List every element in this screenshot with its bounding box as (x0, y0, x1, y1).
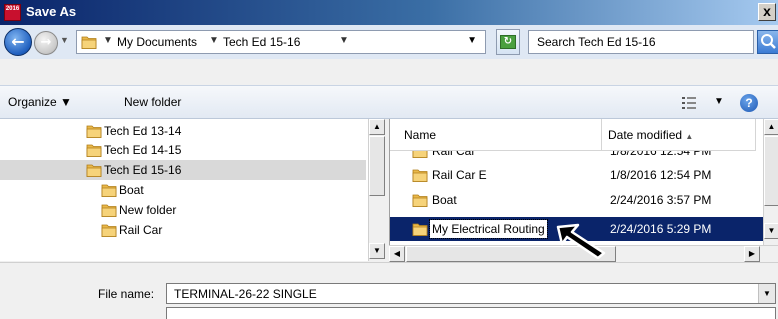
close-button[interactable]: x (758, 3, 776, 21)
folder-icon (412, 192, 428, 208)
title-bar: 2016 Save As x (0, 0, 778, 25)
file-date: 2/24/2016 5:29 PM (610, 222, 712, 236)
search-input[interactable]: Search Tech Ed 15-16 (528, 30, 754, 54)
search-placeholder: Search Tech Ed 15-16 (537, 35, 656, 49)
search-button[interactable] (757, 30, 778, 54)
recent-pages-dropdown[interactable]: ▼ (60, 35, 69, 45)
folder-icon (86, 123, 102, 139)
tree-item-label: Rail Car (119, 223, 163, 237)
chevron-down-icon[interactable]: ▼ (339, 35, 349, 46)
file-name-label: File name: (98, 287, 155, 301)
scroll-left-icon[interactable]: ◀ (389, 246, 405, 262)
scroll-right-icon[interactable]: ▶ (744, 246, 760, 262)
sort-ascending-icon: ▲ (685, 132, 694, 141)
save-as-type-field[interactable] (166, 307, 776, 319)
view-options-icon[interactable] (682, 97, 696, 109)
list-scrollbar[interactable]: ▲ ▼ (763, 119, 778, 245)
list-item[interactable]: Rail Car E 1/8/2016 12:54 PM (390, 163, 764, 187)
tree-item-label: Boat (119, 183, 144, 197)
folder-icon (412, 221, 428, 237)
refresh-button[interactable]: ↻ (496, 29, 520, 55)
scroll-down-icon[interactable]: ▼ (764, 223, 778, 239)
file-date: 1/8/2016 12:54 PM (610, 168, 712, 182)
folder-icon (86, 162, 102, 178)
address-row: ← → ▼ ▼ My Documents ▼ Tech Ed 15-16 ▼ ▼… (0, 25, 778, 59)
file-name-edit[interactable]: My Electrical Routing (429, 219, 548, 239)
folder-icon (81, 34, 97, 50)
breadcrumb-tech-ed[interactable]: Tech Ed 15-16 (223, 35, 300, 49)
refresh-icon: ↻ (500, 35, 516, 49)
tree-scrollbar[interactable]: ▲ ▼ (368, 119, 385, 261)
tree-item-new-folder[interactable]: New folder (99, 200, 359, 220)
new-folder-button[interactable]: New folder (124, 95, 181, 109)
folder-tree[interactable]: Tech Ed 13-14 Tech Ed 14-15 Tech Ed 15-1… (0, 119, 385, 261)
scroll-up-icon[interactable]: ▲ (369, 119, 385, 135)
help-icon[interactable]: ? (740, 94, 758, 112)
file-name-value: TERMINAL-26-22 SINGLE (174, 287, 317, 301)
column-date-text: Date modified (608, 128, 683, 142)
tree-item-rail-car[interactable]: Rail Car (99, 220, 359, 240)
scroll-up-icon[interactable]: ▲ (764, 119, 778, 135)
chevron-down-icon[interactable]: ▼ (103, 35, 113, 46)
folder-icon (101, 222, 117, 238)
command-toolbar: Organize ▼ New folder ▼ ? (0, 85, 778, 119)
column-date-label: Date modified ▲ (608, 128, 693, 142)
column-header-date[interactable]: Date modified ▲ (602, 119, 756, 151)
file-name-field[interactable]: TERMINAL-26-22 SINGLE ▼ (166, 283, 776, 304)
address-dropdown-icon[interactable]: ▼ (467, 35, 477, 46)
column-header-name[interactable]: Name (390, 119, 602, 151)
tree-item-label: Tech Ed 14-15 (104, 143, 182, 157)
tree-item-label: New folder (119, 203, 177, 217)
column-name-label: Name (404, 128, 437, 142)
search-icon (761, 34, 776, 49)
breadcrumb-my-documents[interactable]: My Documents (117, 35, 197, 49)
organize-label: Organize (8, 95, 57, 109)
file-name: Boat (432, 193, 457, 207)
view-dropdown-icon[interactable]: ▼ (714, 96, 724, 107)
save-options: File name: TERMINAL-26-22 SINGLE ▼ (0, 262, 778, 319)
folder-icon (101, 182, 117, 198)
scrollbar-thumb[interactable] (764, 136, 778, 206)
tree-item-label: Tech Ed 13-14 (104, 124, 182, 138)
forward-button[interactable]: → (34, 31, 58, 55)
file-name: Rail Car E (432, 168, 487, 182)
file-date: 2/24/2016 3:57 PM (610, 193, 712, 207)
file-name-dropdown-icon[interactable]: ▼ (758, 284, 775, 303)
folder-icon (412, 167, 428, 183)
app-logo-icon: 2016 (4, 4, 21, 21)
folder-icon (101, 202, 117, 218)
tree-item-boat[interactable]: Boat (99, 180, 359, 200)
chevron-down-icon[interactable]: ▼ (209, 35, 219, 46)
folder-icon (86, 142, 102, 158)
organize-button[interactable]: Organize ▼ (8, 95, 72, 109)
address-bar[interactable]: ▼ My Documents ▼ Tech Ed 15-16 ▼ ▼ (76, 30, 486, 54)
list-item[interactable]: Boat 2/24/2016 3:57 PM (390, 188, 764, 212)
tree-item-tech-ed-15-16[interactable]: Tech Ed 15-16 (0, 160, 366, 180)
mouse-cursor-icon (556, 223, 606, 259)
tree-item-tech-ed-13-14[interactable]: Tech Ed 13-14 (84, 121, 364, 141)
window-title: Save As (26, 4, 77, 19)
back-button[interactable]: ← (4, 28, 32, 56)
tree-item-tech-ed-14-15[interactable]: Tech Ed 14-15 (84, 140, 364, 160)
scroll-down-icon[interactable]: ▼ (369, 243, 385, 259)
tree-item-label: Tech Ed 15-16 (104, 163, 182, 177)
scrollbar-thumb[interactable] (369, 136, 385, 196)
